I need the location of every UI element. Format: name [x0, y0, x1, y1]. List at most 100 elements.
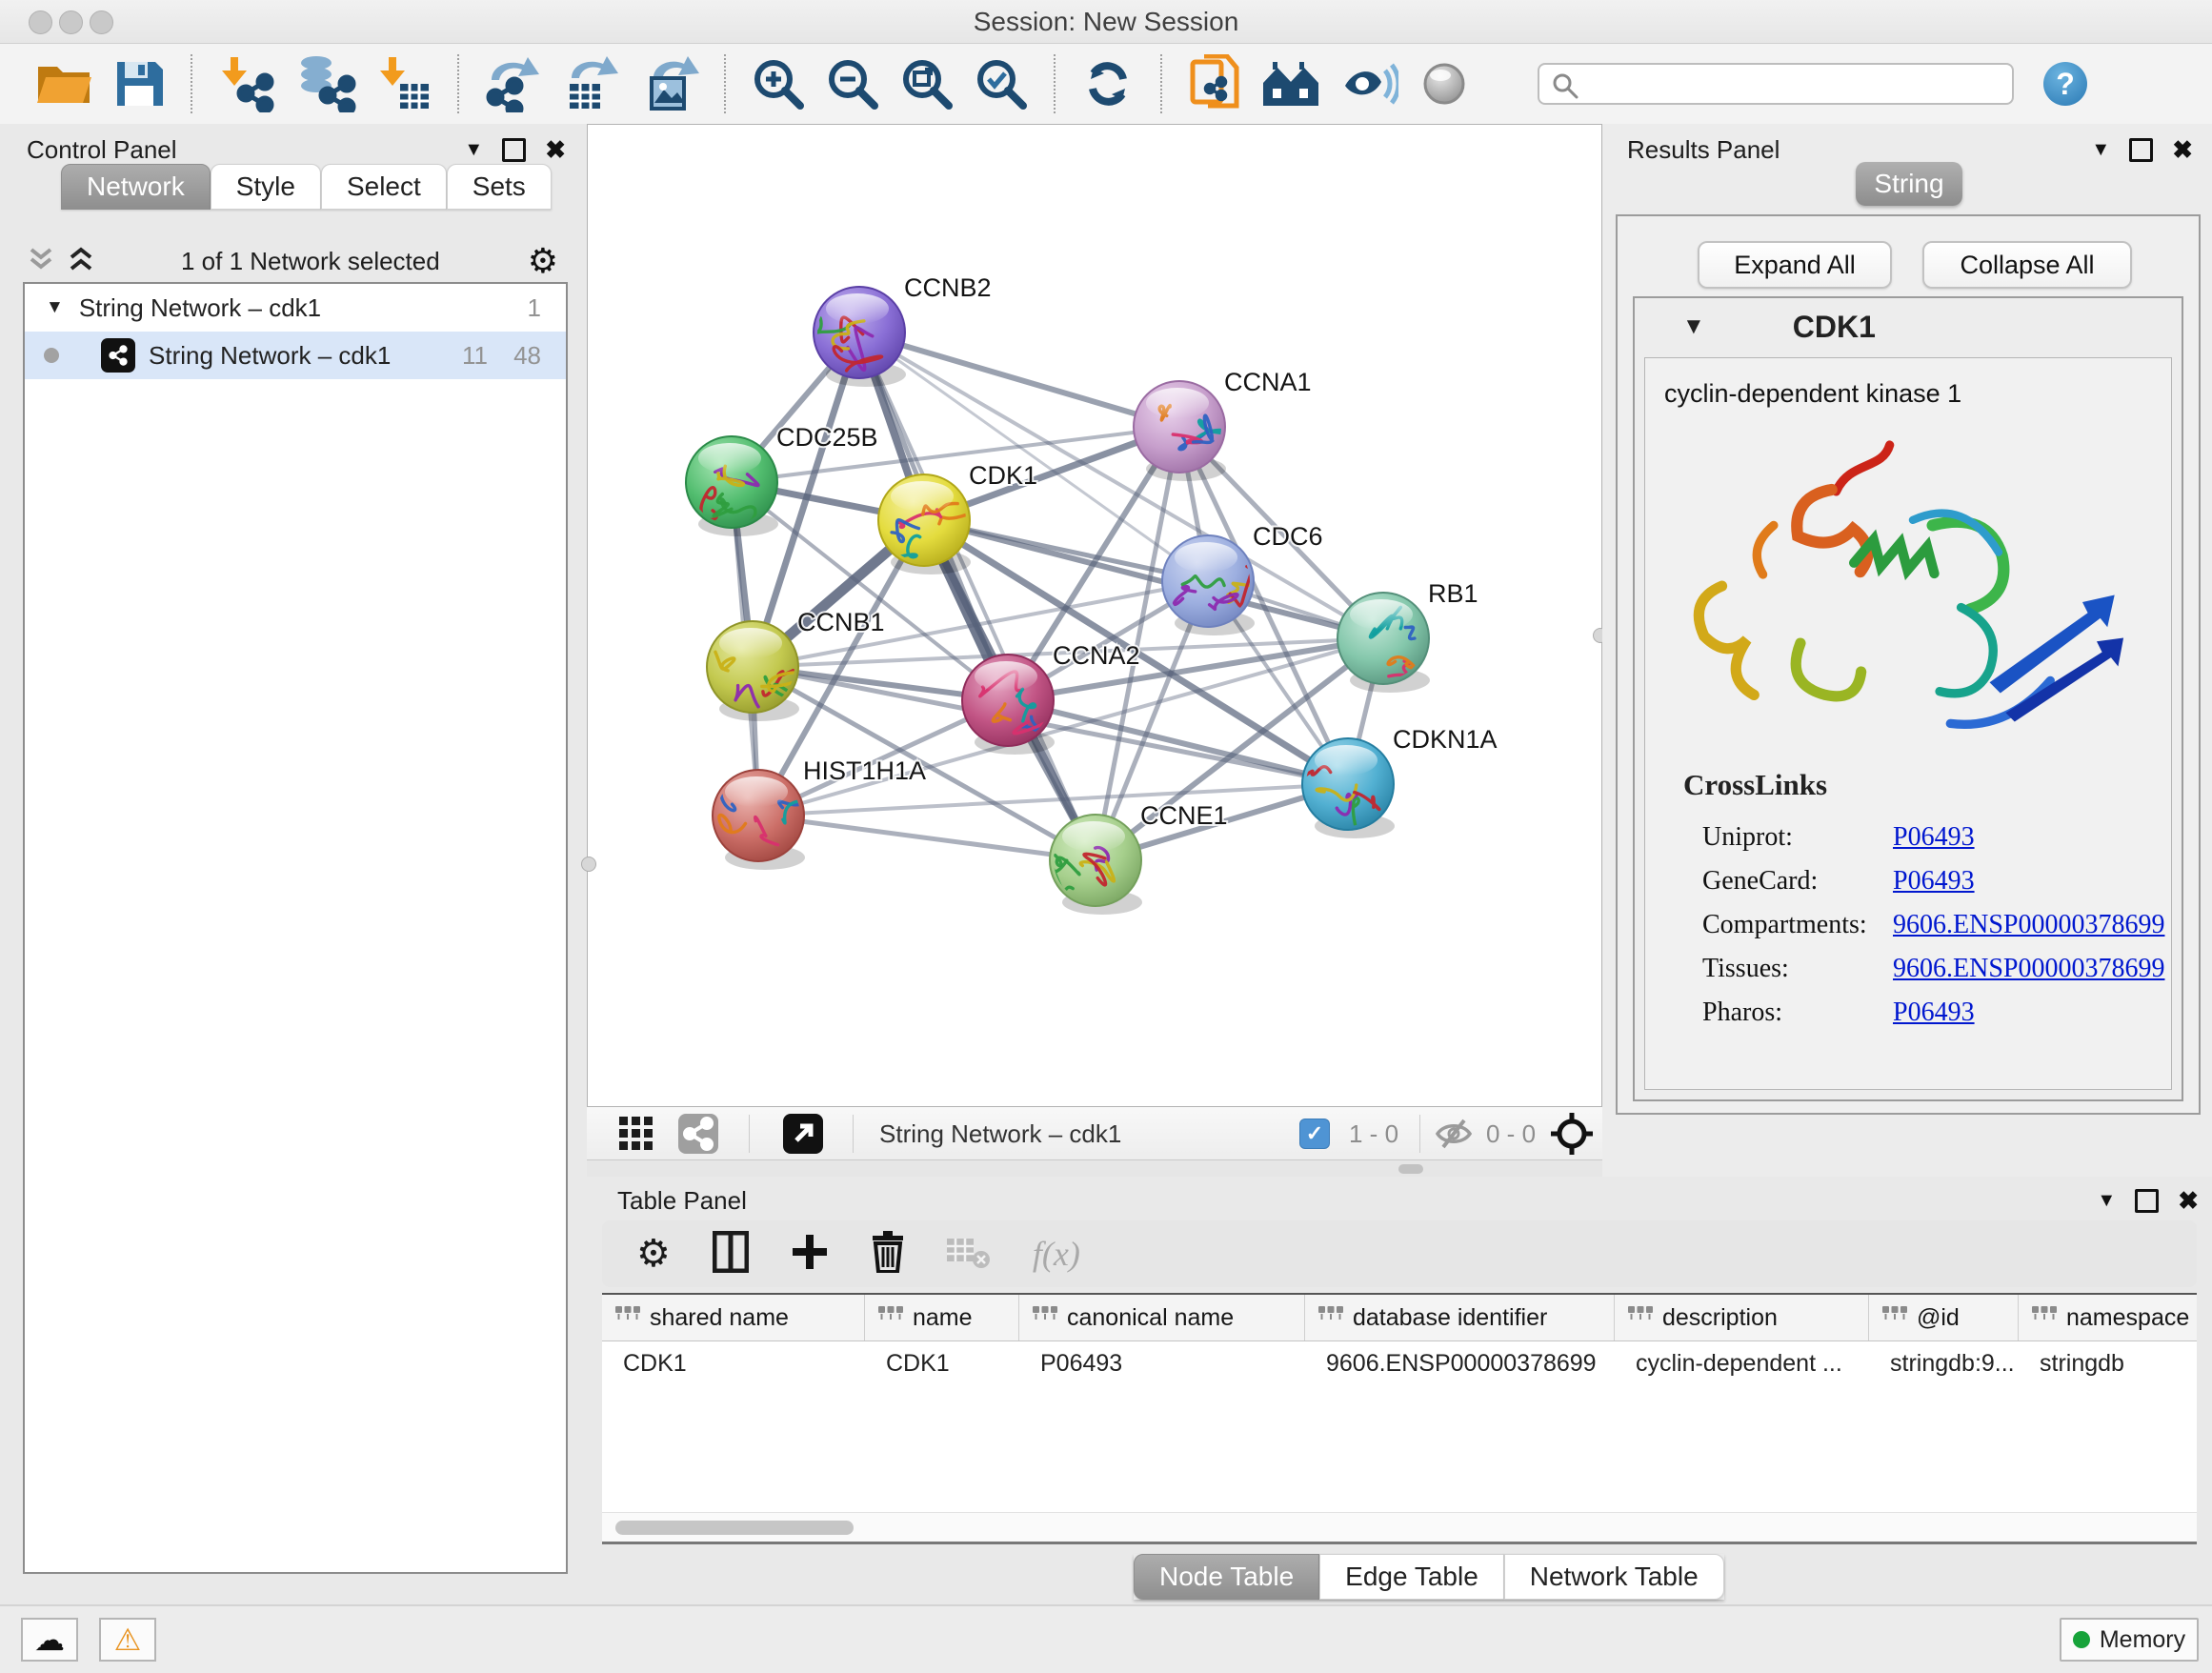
memory-button[interactable]: Memory — [2060, 1618, 2199, 1662]
close-panel-icon[interactable]: ✖ — [545, 137, 566, 162]
network-collection-row[interactable]: ▼ String Network – cdk1 1 — [25, 284, 566, 332]
table-cell[interactable]: CDK1 — [865, 1341, 1019, 1385]
table-cell[interactable]: stringdb:9... — [1869, 1341, 2019, 1385]
crosslinks-section: CrossLinks Uniprot:P06493GeneCard:P06493… — [1683, 768, 2171, 1035]
save-session-icon[interactable] — [112, 53, 166, 114]
network-node-CDKN1A[interactable]: CDKN1A — [1300, 725, 1498, 841]
column-header-database-identifier[interactable]: database identifier — [1305, 1295, 1615, 1340]
export-network-icon[interactable] — [484, 53, 543, 114]
tab-network-table[interactable]: Network Table — [1504, 1554, 1724, 1600]
column-header-namespace[interactable]: namespace — [2019, 1295, 2197, 1340]
node-label-RB1: RB1 — [1428, 579, 1478, 608]
tab-edge-table[interactable]: Edge Table — [1319, 1554, 1504, 1600]
protein-name: CDK1 — [1793, 310, 1876, 345]
network-node-CCNA1[interactable]: CCNA1 — [1134, 368, 1312, 481]
search-field[interactable] — [1538, 63, 2014, 105]
close-panel-icon[interactable]: ✖ — [2172, 137, 2193, 162]
tab-style[interactable]: Style — [211, 164, 321, 210]
node-table[interactable]: shared namenamecanonical namedatabase id… — [602, 1293, 2197, 1544]
tab-node-table[interactable]: Node Table — [1134, 1554, 1319, 1600]
panel-menu-icon[interactable]: ▼ — [464, 140, 483, 159]
network-canvas[interactable]: CCNB2CCNA1CDC25BCDK1CDC6RB1CCNB1CCNA2CDK… — [587, 124, 1602, 1107]
grid-view-icon[interactable] — [619, 1107, 654, 1160]
string-home-icon[interactable] — [1261, 53, 1322, 114]
zoom-out-icon[interactable] — [825, 53, 880, 114]
tab-network[interactable]: Network — [61, 164, 211, 210]
crosslink-value-link[interactable]: 9606.ENSP00000378699 — [1893, 910, 2164, 940]
collapse-all-networks-icon[interactable] — [29, 246, 53, 277]
string-structure-visibility-icon[interactable] — [1418, 53, 1471, 114]
close-panel-icon[interactable]: ✖ — [2178, 1188, 2199, 1213]
import-network-from-file-icon[interactable] — [217, 53, 276, 114]
help-icon[interactable]: ? — [2041, 53, 2090, 114]
warnings-button[interactable]: ⚠ — [99, 1618, 156, 1662]
float-panel-icon[interactable] — [2129, 138, 2153, 162]
table-cell[interactable]: 9606.ENSP00000378699 — [1305, 1341, 1615, 1385]
import-network-from-database-icon[interactable] — [295, 53, 356, 114]
string-view-icon[interactable] — [678, 1107, 718, 1160]
table-cell[interactable]: CDK1 — [602, 1341, 865, 1385]
column-header-canonical-name[interactable]: canonical name — [1019, 1295, 1305, 1340]
crosslink-value-link[interactable]: P06493 — [1893, 822, 1975, 853]
column-header-description[interactable]: description — [1615, 1295, 1869, 1340]
column-header-@id[interactable]: @id — [1869, 1295, 2019, 1340]
network-row[interactable]: String Network – cdk1 11 48 — [25, 332, 566, 379]
float-panel-icon[interactable] — [502, 138, 526, 162]
node-label-CCNB2: CCNB2 — [904, 273, 992, 302]
selected-checkbox-icon[interactable]: ✓ — [1299, 1107, 1330, 1160]
expand-all-button[interactable]: Expand All — [1698, 241, 1892, 289]
tab-sets[interactable]: Sets — [447, 164, 552, 210]
network-node-CCNB2[interactable]: CCNB2 — [814, 273, 992, 387]
import-table-from-file-icon[interactable] — [375, 53, 432, 114]
refresh-view-icon[interactable] — [1080, 53, 1136, 114]
table-cell[interactable]: P06493 — [1019, 1341, 1305, 1385]
table-horizontal-scrollbar[interactable] — [602, 1512, 2197, 1542]
show-columns-icon[interactable] — [713, 1231, 749, 1278]
table-row[interactable]: CDK1CDK1P064939606.ENSP00000378699cyclin… — [602, 1341, 2197, 1385]
panel-menu-icon[interactable]: ▼ — [2091, 140, 2110, 159]
birds-eye-crosshair-icon[interactable] — [1551, 1107, 1593, 1160]
table-options-gear-icon[interactable]: ⚙ — [636, 1235, 671, 1273]
network-options-gear-icon[interactable]: ⚙ — [528, 244, 558, 278]
crosslink-value-link[interactable]: P06493 — [1893, 998, 1975, 1028]
open-session-icon[interactable] — [34, 53, 93, 114]
tab-select[interactable]: Select — [321, 164, 447, 210]
column-header-name[interactable]: name — [865, 1295, 1019, 1340]
zoom-fit-icon[interactable] — [899, 53, 955, 114]
horizontal-splitter[interactable] — [587, 1160, 1602, 1177]
zoom-selected-icon[interactable] — [974, 53, 1029, 114]
edge-count: 48 — [513, 341, 541, 371]
zoom-in-icon[interactable] — [751, 53, 806, 114]
network-node-RB1[interactable]: RB1 — [1337, 579, 1478, 693]
create-column-icon[interactable] — [791, 1233, 829, 1276]
search-input[interactable] — [1538, 63, 2014, 105]
table-cell[interactable]: cyclin-dependent ... — [1615, 1341, 1869, 1385]
column-header-shared-name[interactable]: shared name — [602, 1295, 865, 1340]
export-table-icon[interactable] — [562, 53, 621, 114]
string-glass-effect-icon[interactable] — [1341, 53, 1398, 114]
collection-expand-icon[interactable]: ▼ — [46, 297, 64, 318]
collapse-protein-icon[interactable]: ▼ — [1682, 313, 1705, 340]
string-import-icon[interactable] — [1187, 53, 1242, 114]
panel-menu-icon[interactable]: ▼ — [2097, 1191, 2116, 1210]
hidden-eye-icon[interactable] — [1435, 1107, 1473, 1160]
table-cell[interactable]: stringdb — [2019, 1341, 2197, 1385]
network-tree: ▼ String Network – cdk1 1 String Network… — [23, 282, 568, 1574]
float-panel-icon[interactable] — [2135, 1189, 2159, 1213]
column-namespace-icon — [1318, 1303, 1343, 1333]
tab-string[interactable]: String — [1856, 162, 1962, 206]
delete-column-icon[interactable] — [871, 1231, 905, 1278]
protein-description: cyclin-dependent kinase 1 — [1664, 379, 2171, 409]
network-node-CDK1[interactable]: CDK1 — [878, 461, 1037, 574]
export-image-icon[interactable] — [640, 53, 699, 114]
left-splitter-handle[interactable] — [581, 857, 596, 872]
crosslink-value-link[interactable]: 9606.ENSP00000378699 — [1893, 954, 2164, 984]
cloud-services-button[interactable]: ☁ — [21, 1618, 78, 1662]
network-selection-summary: 1 of 1 Network selected — [93, 247, 528, 276]
open-view-in-window-icon[interactable] — [783, 1107, 823, 1160]
protein-header[interactable]: ▼ CDK1 — [1635, 298, 2182, 355]
window-titlebar: Session: New Session — [0, 0, 2212, 44]
expand-all-networks-icon[interactable] — [69, 246, 93, 277]
crosslink-value-link[interactable]: P06493 — [1893, 866, 1975, 897]
collapse-all-button[interactable]: Collapse All — [1922, 241, 2132, 289]
